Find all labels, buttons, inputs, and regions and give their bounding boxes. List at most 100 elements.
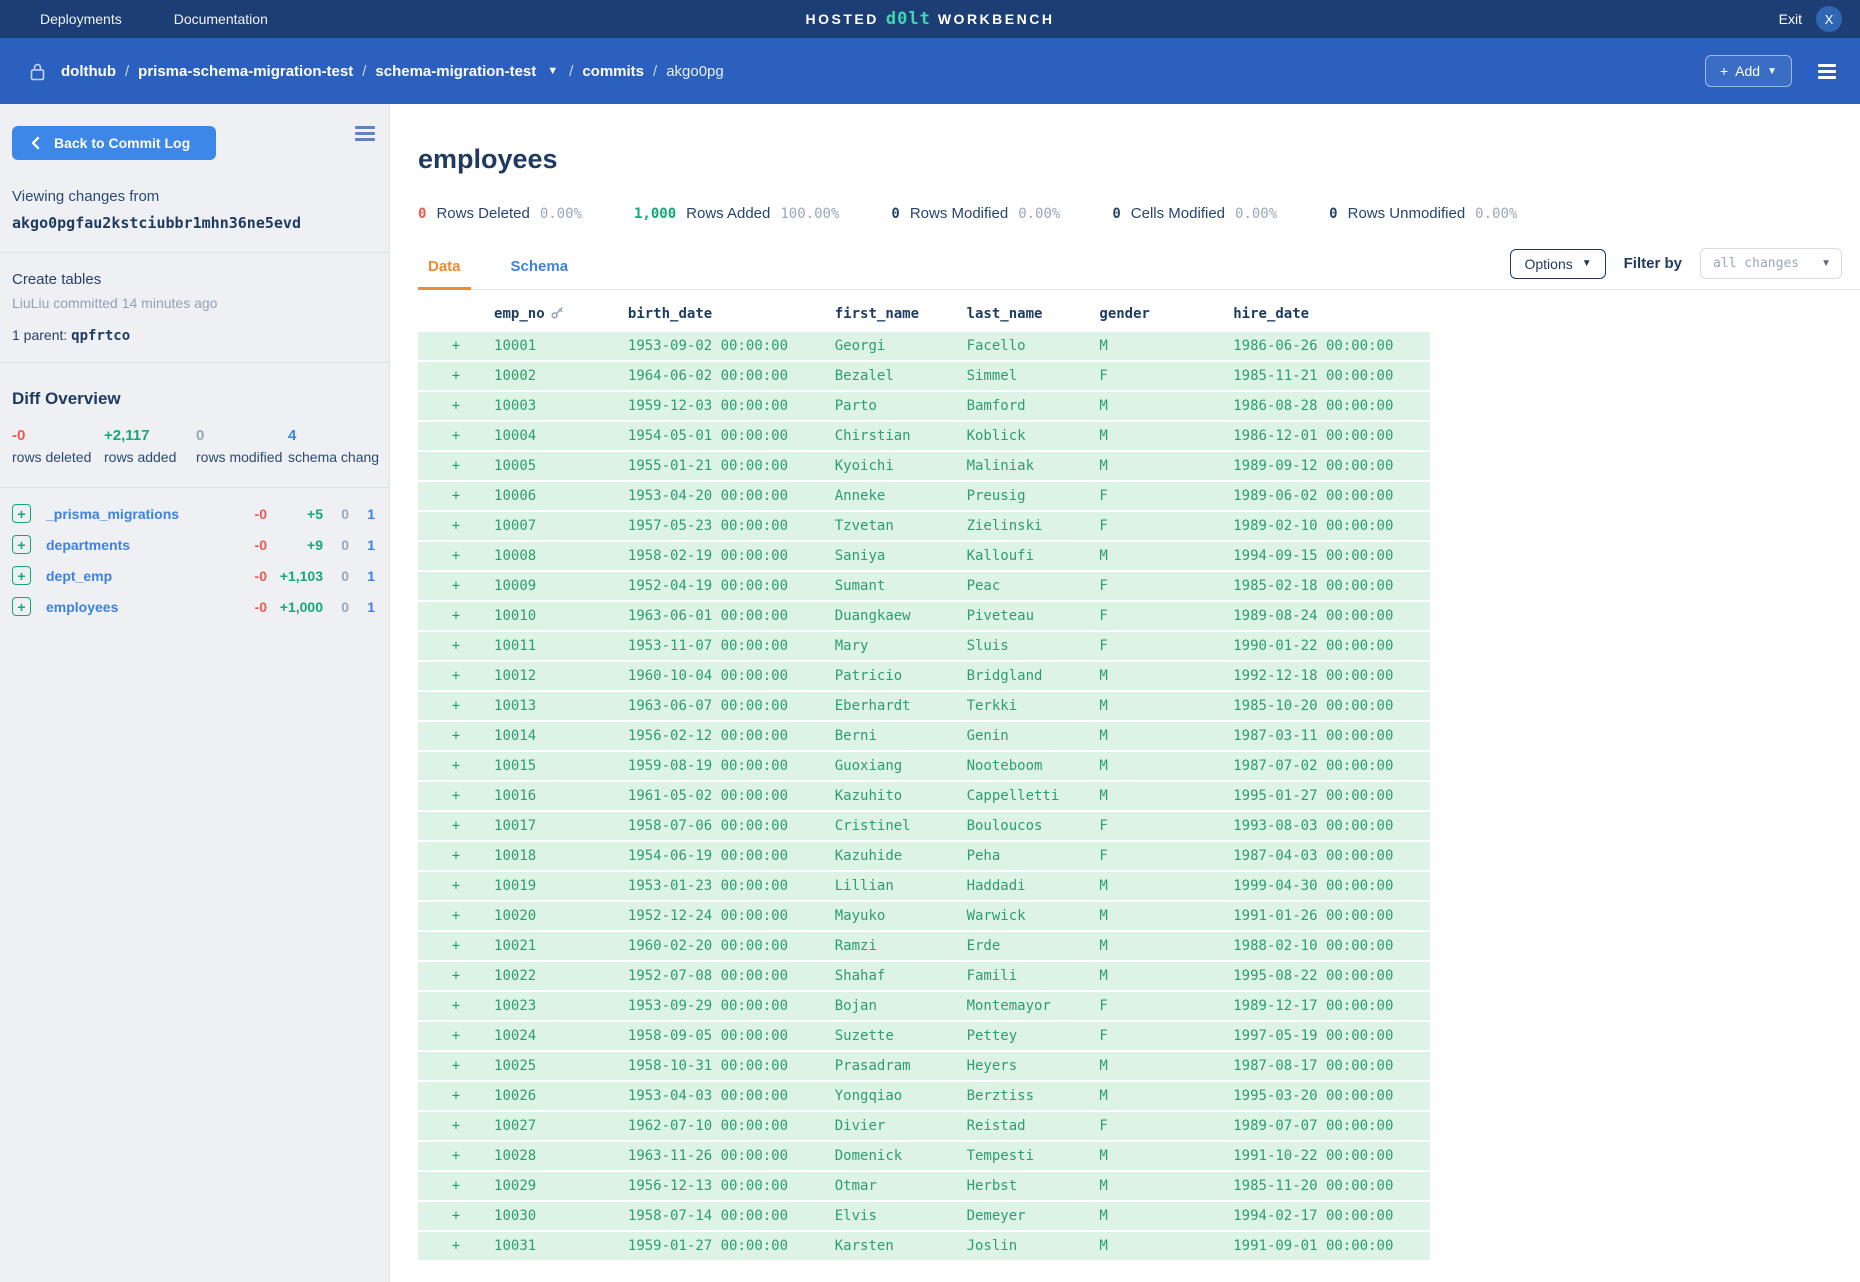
row-added-marker[interactable]: + [418, 1051, 494, 1081]
row-added-marker[interactable]: + [418, 511, 494, 541]
options-button[interactable]: Options ▼ [1510, 249, 1605, 279]
nav-link-deployments[interactable]: Deployments [40, 11, 122, 27]
exit-link[interactable]: Exit [1779, 11, 1802, 27]
row-added-marker[interactable]: + [418, 1231, 494, 1261]
row-added-marker[interactable]: + [418, 901, 494, 931]
row-added-marker[interactable]: + [418, 811, 494, 841]
row-added-marker[interactable]: + [418, 421, 494, 451]
row-added-marker[interactable]: + [418, 601, 494, 631]
row-added-marker[interactable]: + [418, 661, 494, 691]
row-added-marker[interactable]: + [418, 691, 494, 721]
cell: Domenick [835, 1141, 967, 1171]
cell: F [1099, 991, 1233, 1021]
row-added-marker[interactable]: + [418, 931, 494, 961]
row-added-marker[interactable]: + [418, 391, 494, 421]
row-added-marker[interactable]: + [418, 1021, 494, 1051]
breadcrumb-segment[interactable]: prisma-schema-migration-test [138, 63, 353, 80]
cell: 10026 [494, 1081, 628, 1111]
cell: Suzette [835, 1021, 967, 1051]
logo-hosted: HOSTED [806, 11, 879, 27]
nav-link-documentation[interactable]: Documentation [174, 11, 268, 27]
row-added-marker[interactable]: + [418, 1081, 494, 1111]
schema-changed-count: 1 [363, 568, 375, 584]
diff-overview-stat: +2,117rows added [104, 427, 196, 465]
row-added-marker[interactable]: + [418, 871, 494, 901]
sidebar-menu-icon[interactable] [355, 126, 375, 141]
cell: Georgi [835, 332, 967, 361]
breadcrumb-segment[interactable]: dolthub [61, 63, 116, 80]
commit-author-line: LiuLiu committed 14 minutes ago [12, 295, 377, 311]
table-row: +100171958-07-06 00:00:00CristinelBoulou… [418, 811, 1430, 841]
row-added-marker[interactable]: + [418, 332, 494, 361]
table-link-_prisma_migrations[interactable]: _prisma_migrations [46, 506, 179, 522]
row-added-marker[interactable]: + [418, 451, 494, 481]
row-added-marker[interactable]: + [418, 1111, 494, 1141]
cell: 1989-12-17 00:00:00 [1233, 991, 1430, 1021]
stat-label: Rows Unmodified [1348, 205, 1466, 222]
close-icon[interactable]: X [1816, 6, 1842, 32]
cell: M [1099, 451, 1233, 481]
row-added-marker[interactable]: + [418, 1201, 494, 1231]
rows-deleted-count: -0 [241, 506, 267, 522]
cell: 10003 [494, 391, 628, 421]
cell: 1985-11-20 00:00:00 [1233, 1171, 1430, 1201]
row-added-marker[interactable]: + [418, 571, 494, 601]
table-row: +100241958-09-05 00:00:00SuzettePetteyF1… [418, 1021, 1430, 1051]
row-added-marker[interactable]: + [418, 1171, 494, 1201]
cell: Bouloucos [967, 811, 1100, 841]
row-added-marker[interactable]: + [418, 1141, 494, 1171]
diff-stat-segment: 0Rows Deleted0.00% [418, 205, 582, 222]
cell: F [1099, 841, 1233, 871]
cell: Guoxiang [835, 751, 967, 781]
table-link-dept_emp[interactable]: dept_emp [46, 568, 112, 584]
cell: 10009 [494, 571, 628, 601]
table-link-departments[interactable]: departments [46, 537, 130, 553]
row-added-marker[interactable]: + [418, 961, 494, 991]
row-added-marker[interactable]: + [418, 721, 494, 751]
stat-label: Rows Deleted [436, 205, 529, 222]
row-added-marker[interactable]: + [418, 631, 494, 661]
added-table-icon: + [12, 566, 31, 585]
cell: Genin [967, 721, 1100, 751]
breadcrumb-segment[interactable]: akgo0pg [666, 63, 724, 80]
cell: 1989-07-07 00:00:00 [1233, 1111, 1430, 1141]
top-navbar: Deployments Documentation HOSTED d0lt WO… [0, 0, 1860, 38]
table-link-employees[interactable]: employees [46, 599, 118, 615]
tab-schema[interactable]: Schema [501, 252, 579, 289]
menu-icon[interactable] [1818, 64, 1836, 79]
cell: F [1099, 1111, 1233, 1141]
diff-stat-segment: 1,000Rows Added100.00% [634, 205, 839, 222]
table-row: +100031959-12-03 00:00:00PartoBamfordM19… [418, 391, 1430, 421]
filter-select[interactable]: all changes ▼ [1700, 248, 1842, 279]
row-added-marker[interactable]: + [418, 781, 494, 811]
table-header-row: emp_nobirth_datefirst_namelast_namegende… [418, 290, 1430, 332]
cell: 1988-02-10 00:00:00 [1233, 931, 1430, 961]
cell: 1953-11-07 00:00:00 [628, 631, 835, 661]
row-added-marker[interactable]: + [418, 991, 494, 1021]
cell: F [1099, 1021, 1233, 1051]
breadcrumb-segment[interactable]: schema-migration-test [375, 63, 536, 80]
breadcrumb-separator: / [653, 63, 657, 80]
table-row: +100181954-06-19 00:00:00KazuhidePehaF19… [418, 841, 1430, 871]
chevron-down-icon[interactable]: ▼ [547, 65, 558, 77]
cell: Preusig [967, 481, 1100, 511]
back-to-commit-log-button[interactable]: Back to Commit Log [12, 126, 216, 160]
logo-workbench: WORKBENCH [938, 11, 1055, 27]
table-row: +100211960-02-20 00:00:00RamziErdeM1988-… [418, 931, 1430, 961]
row-marker-header [418, 290, 494, 332]
row-added-marker[interactable]: + [418, 751, 494, 781]
cell: M [1099, 1051, 1233, 1081]
cell: M [1099, 721, 1233, 751]
row-added-marker[interactable]: + [418, 541, 494, 571]
row-added-marker[interactable]: + [418, 841, 494, 871]
table-row: +100111953-11-07 00:00:00MarySluisF1990-… [418, 631, 1430, 661]
cell: Patricio [835, 661, 967, 691]
breadcrumb-segment[interactable]: commits [582, 63, 644, 80]
row-added-marker[interactable]: + [418, 361, 494, 391]
tab-data[interactable]: Data [418, 252, 471, 290]
cell: 10013 [494, 691, 628, 721]
cell: 1953-09-02 00:00:00 [628, 332, 835, 361]
add-button[interactable]: + Add ▼ [1705, 55, 1792, 87]
cell: 1963-06-07 00:00:00 [628, 691, 835, 721]
row-added-marker[interactable]: + [418, 481, 494, 511]
